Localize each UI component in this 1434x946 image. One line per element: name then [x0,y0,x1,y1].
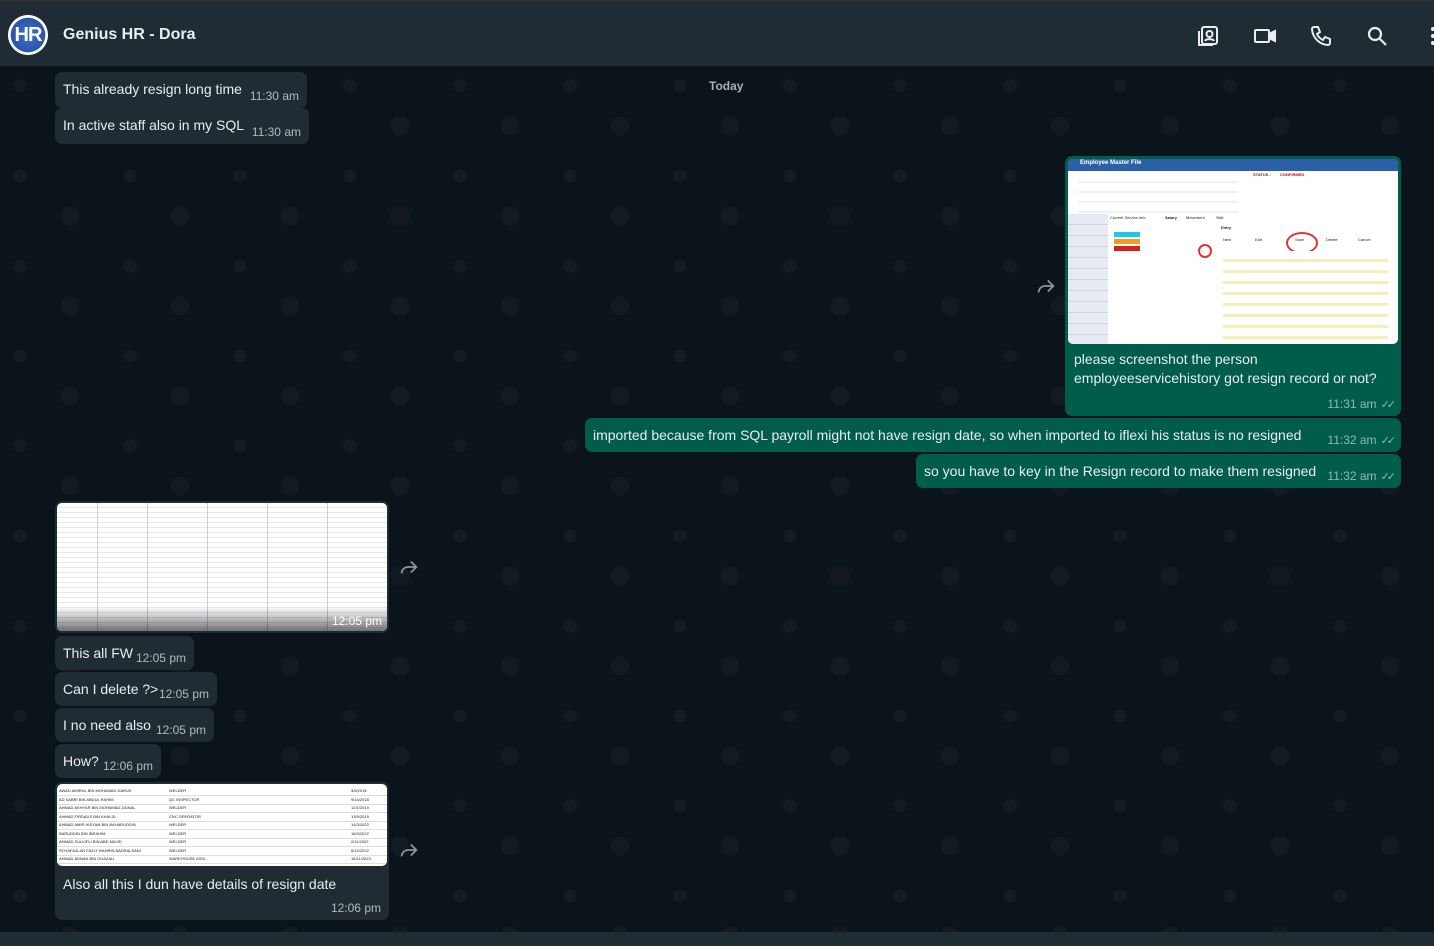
message-list[interactable]: Today This already resign long time 11:3… [0,66,1434,932]
message-time: 11:31 am ✓✓ [1327,397,1397,411]
message-time: 11:32 am ✓✓ [1327,433,1397,447]
message-bubble[interactable]: This already resign long time 11:30 am [55,72,307,108]
sheet-row: AHMAD ADNAN BIN GHAZALI WAREHOUSE ASSI...… [57,855,387,864]
tab-salary: Salary [1165,215,1178,220]
tab-movement: Movement [1186,215,1205,220]
message-bubble[interactable]: In active staff also in my SQL 11:30 am [55,108,309,144]
message-time: 12:05 pm [158,687,209,701]
sheet-date-cell: 13/9/2019 [351,813,369,819]
message-bubble[interactable]: How? 12:06 pm [55,744,161,778]
message-text: This all FW [63,645,133,661]
message-bubble[interactable]: Can I delete ?> 12:05 pm [55,672,217,706]
message-text: This already resign long time [63,81,242,97]
message-time: 12:06 pm [102,759,153,773]
sheet-position-cell: WELDER [169,822,187,827]
message-text: Can I delete ?> [63,681,159,697]
message-time: 11:30 am [249,89,299,103]
message-bubble[interactable]: so you have to key in the Resign record … [916,454,1401,488]
message-text-line-1: please screenshot the person [1074,351,1258,367]
more-options-icon[interactable] [1421,24,1434,48]
sheet-name-cell: AHMAD FIRDAUS BIN KHALID [59,813,116,819]
btn-save: Save [1295,237,1305,242]
message-text: so you have to key in the Resign record … [924,463,1317,479]
sheet-date-cell: 9/14/2018 [351,796,369,802]
message-text: In active staff also in my SQL [63,117,245,133]
sheet-position-cell: WELDER [169,847,187,853]
voice-call-icon[interactable] [1309,24,1333,48]
search-icon[interactable] [1365,24,1389,48]
contact-avatar[interactable]: HR [8,15,48,55]
contact-card-icon[interactable] [1197,24,1221,48]
sheet-date-cell: 16/3/2022 [351,830,369,836]
tab-current-service: Current Service Info [1110,215,1146,220]
btn-new: New [1223,237,1232,242]
read-ticks-icon: ✓✓ [1380,435,1397,447]
video-call-icon[interactable] [1253,24,1277,48]
message-time: 11:32 am ✓✓ [1327,469,1397,483]
screenshot-title: Employee Master File [1080,160,1142,166]
read-ticks-icon: ✓✓ [1380,471,1397,483]
sheet-position-cell: WELDER [169,839,187,844]
btn-delete: Delete [1326,237,1338,242]
message-text: How? [63,753,99,769]
sheet-name-cell: BARUDDIN BIN IBRAHIM [59,830,106,836]
tab-skill: Skill [1216,215,1224,220]
employee-master-screenshot[interactable]: Employee Master File STATUS : CONFIRMED … [1068,159,1398,344]
avatar-logo: HR [8,15,48,55]
sheet-name-cell: AWAD AMIRUL BIN MOHAMAD DARUS [59,788,132,793]
worker-list-screenshot[interactable]: 12:05 pm [57,503,387,631]
chat-header: HR Genius HR - Dora [0,0,1434,68]
message-text: I no need also [63,717,151,733]
sheet-position-cell: WELDER [169,805,187,810]
forward-icon[interactable] [398,839,420,861]
message-text: imported because from SQL payroll might … [593,427,1302,443]
sheet-date-cell: 12/1/2019 [351,805,369,810]
date-divider: Today [709,79,744,93]
message-bubble[interactable]: This all FW 12:05 pm [55,636,194,670]
message-text: Also all this I dun have details of resi… [63,876,337,892]
sheet-name-cell: AHMAD ZULKIFLI BIN ABD MAJID [59,839,122,844]
resign-list-screenshot[interactable]: AWAD AMIRUL BIN MOHAMAD DARUS WELDER 3/5/2… [57,784,387,866]
forward-icon[interactable] [1035,275,1057,297]
image-message-bubble[interactable]: AWAD AMIRUL BIN MOHAMAD DARUS WELDER 3/5/2… [55,782,389,920]
image-message-bubble[interactable]: 12:05 pm [55,501,389,633]
sheet-name-cell: AHMAD AMIR HISYAM BIN BAHARUDDIN [59,822,136,827]
sheet-name-cell: AD SABRI BIN ABDUL RAHIM [59,796,114,802]
sheet-date-cell: 6/12/2022 [351,847,369,853]
message-bubble[interactable]: I no need also 12:05 pm [55,708,214,742]
sheet-date-cell: 16/11/2023 [351,856,371,861]
sheet-position-cell: CNC OPERATOR [169,813,201,819]
sheet-name-cell: AHMAD AKHYAR BIN MOHAMAD ZAINAL [59,805,136,810]
message-time: 12:05 pm [155,723,206,737]
sheet-name-cell: AHMAD ADNAN BIN GHAZALI [59,856,115,861]
annotation-circle [1198,244,1212,258]
read-ticks-icon: ✓✓ [1380,399,1397,411]
sheet-position-cell: WELDER [169,830,187,836]
image-message-bubble[interactable]: Employee Master File STATUS : CONFIRMED … [1065,156,1401,416]
sheet-date-cell: 14/3/2022 [351,822,369,827]
message-time: 12:05 pm [135,651,186,665]
btn-edit: Edit [1255,237,1262,242]
entry-label: Entry [1221,225,1232,230]
message-time: 11:30 am [251,125,301,139]
sheet-position-cell: WAREHOUSE ASSI... [169,856,209,861]
message-time: 12:06 pm [330,901,381,915]
sheet-name-cell: ROYAFAZLAN FAZLY BAHRIN BADRALSANI [59,847,141,853]
status-value: CONFIRMED [1280,172,1305,177]
sheet-position-cell: WELDER [169,788,187,793]
forward-icon[interactable] [398,556,420,578]
message-bubble[interactable]: imported because from SQL payroll might … [585,418,1401,452]
sheet-date-cell: 3/5/2018 [351,788,367,793]
message-text: please screenshot the person employeeser… [1074,350,1377,388]
chat-title[interactable]: Genius HR - Dora [63,26,195,44]
message-time: 12:05 pm [331,614,382,628]
btn-cancel: Cancel [1358,237,1371,242]
message-composer[interactable] [0,932,1434,946]
sheet-position-cell: QC INSPECTOR [169,796,200,802]
message-text-line-2: employeeservicehistory got resign record… [1074,370,1377,386]
sheet-date-cell: 2/11/2022 [351,839,369,844]
status-label: STATUS : [1253,172,1271,177]
